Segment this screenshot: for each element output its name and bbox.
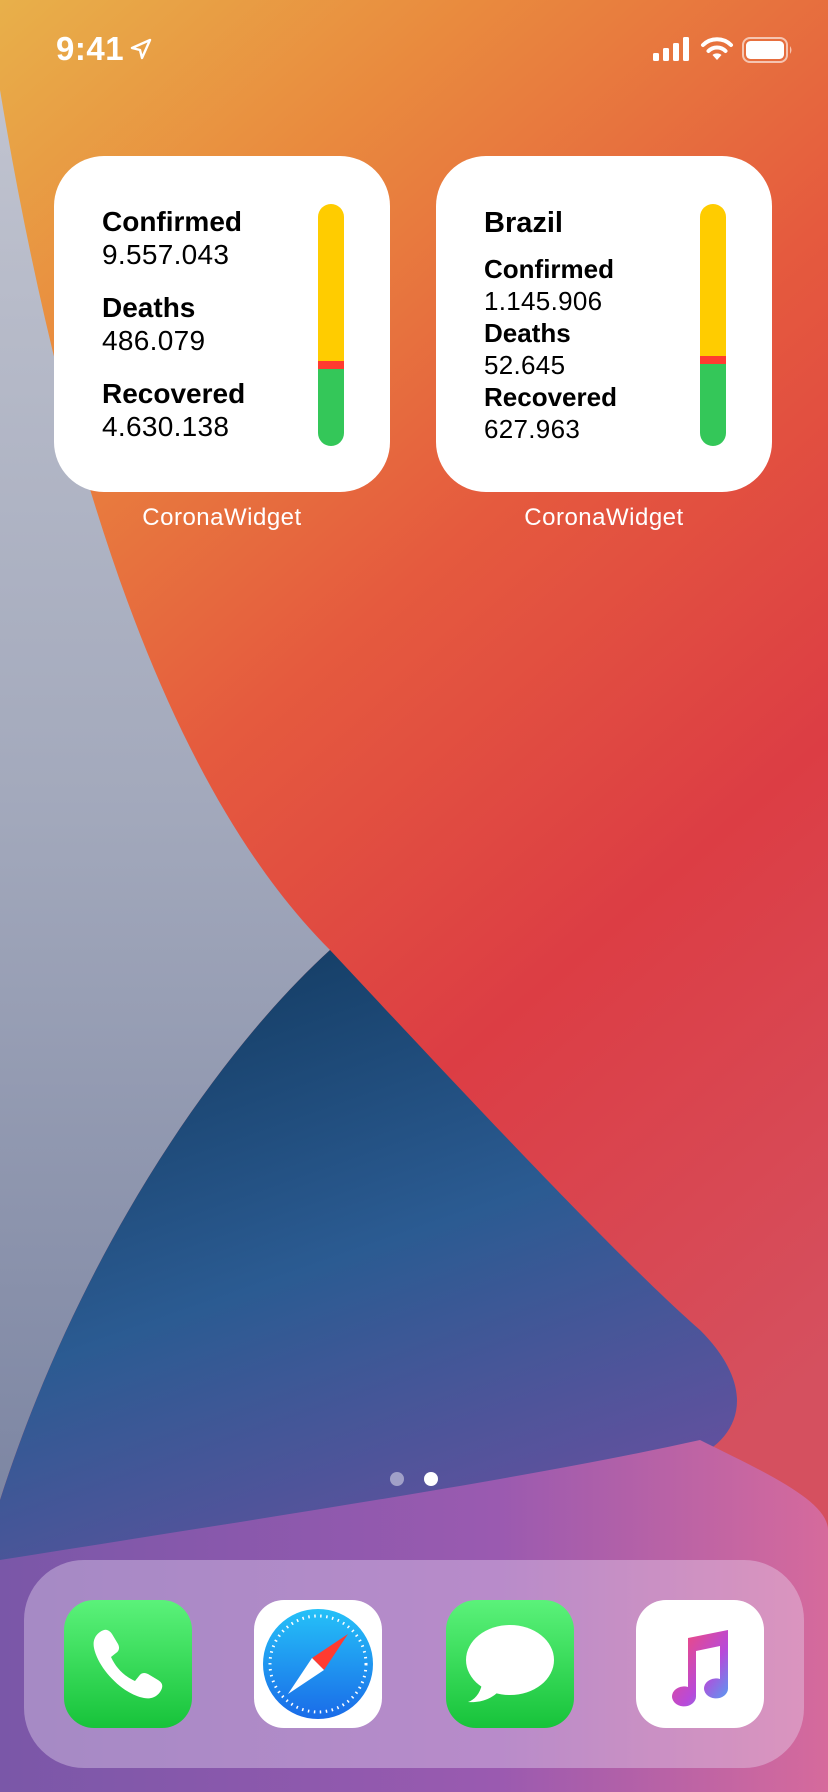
music-note-icon [636,1600,764,1728]
stat-label: Deaths [102,292,196,323]
stat-label: Confirmed [102,206,242,237]
stat-value: 486.079 [102,325,206,356]
bar-segment-deaths [318,361,344,369]
stat-recovered: Recovered 4.630.138 [102,378,245,444]
page-indicator[interactable] [0,1472,828,1488]
stat-value: 52.645 [484,350,566,380]
stat-label: Deaths [484,318,571,348]
phone-app-icon[interactable] [64,1600,192,1728]
stat-label: Confirmed [484,254,614,284]
page-dot[interactable] [390,1472,404,1486]
stat-value: 9.557.043 [102,239,230,270]
bar-segment-deaths [700,356,726,364]
battery-icon [742,37,792,63]
stat-value: 627.963 [484,414,581,444]
safari-compass-icon [254,1600,382,1728]
cases-progress-bar [700,204,726,446]
messages-app-icon[interactable] [446,1600,574,1728]
stat-confirmed: Confirmed 1.145.906 [484,254,617,318]
country-name: Brazil [484,207,563,239]
corona-widget-country[interactable]: Brazil Confirmed 1.145.906 Deaths 52.645… [436,156,772,492]
page-dot-active[interactable] [424,1472,438,1486]
corona-widget-global[interactable]: Confirmed 9.557.043 Deaths 486.079 Recov… [54,156,390,492]
bar-segment-active [700,204,726,357]
stat-value: 4.630.138 [102,411,230,442]
wifi-icon [701,37,733,60]
stat-label: Recovered [102,378,246,409]
messages-bubble-icon [446,1600,574,1728]
status-bar: 9:41 [0,0,828,100]
stat-value: 1.145.906 [484,286,603,316]
stat-deaths: Deaths 486.079 [102,292,245,358]
location-arrow-icon [130,38,152,60]
stat-confirmed: Confirmed 9.557.043 [102,206,245,272]
stat-recovered: Recovered 627.963 [484,382,617,446]
stat-label: Recovered [484,382,617,412]
safari-app-icon[interactable] [254,1600,382,1728]
music-app-icon[interactable] [636,1600,764,1728]
widget-app-label: CoronaWidget [142,504,302,531]
bar-segment-recovered [700,363,726,446]
stat-deaths: Deaths 52.645 [484,318,617,382]
bar-segment-active [318,204,344,362]
widget-app-label: CoronaWidget [524,504,684,531]
dock [24,1560,804,1768]
bar-segment-recovered [318,368,344,446]
widget-stats: Confirmed 9.557.043 Deaths 486.079 Recov… [102,206,245,464]
cases-progress-bar [318,204,344,446]
cellular-signal-icon [653,37,689,61]
widget-stats: Brazil Confirmed 1.145.906 Deaths 52.645… [484,206,617,446]
status-time: 9:41 [56,30,125,67]
phone-icon [64,1600,192,1728]
